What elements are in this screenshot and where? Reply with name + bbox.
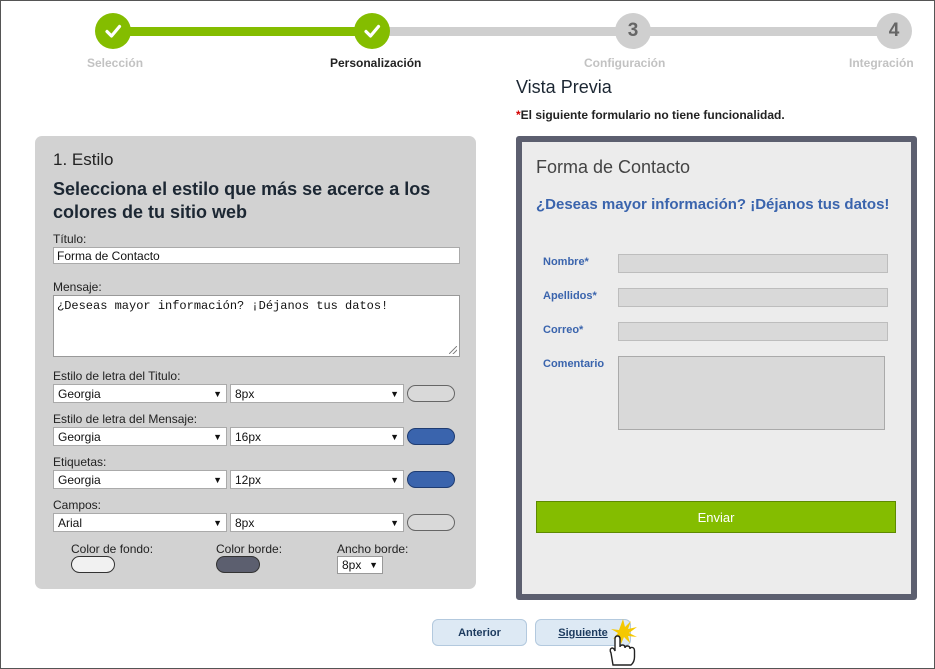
step-2-check-icon: [354, 13, 390, 49]
comentario-label: Comentario: [543, 358, 605, 370]
mensaje-size-select[interactable]: 16px ▼: [230, 427, 404, 446]
step-1-check-icon: [95, 13, 131, 49]
mensaje-style-label: Estilo de letra del Mensaje:: [53, 412, 198, 426]
step-1-label: Selección: [87, 56, 144, 70]
anterior-button[interactable]: Anterior: [432, 619, 527, 646]
mensaje-font-value: Georgia: [58, 429, 101, 444]
campos-size-value: 8px: [235, 515, 255, 530]
etiquetas-size-value: 12px: [235, 472, 262, 487]
preview-form: Forma de Contacto ¿Deseas mayor informac…: [516, 136, 917, 600]
apellidos-input[interactable]: [618, 288, 888, 307]
titulo-font-select[interactable]: Georgia ▼: [53, 384, 227, 403]
mensaje-textarea[interactable]: ¿Deseas mayor información? ¡Déjanos tus …: [53, 295, 460, 357]
campos-font-value: Arial: [58, 515, 83, 530]
campos-size-select[interactable]: 8px ▼: [230, 513, 404, 532]
dropdown-arrow-icon: ▼: [213, 474, 222, 485]
nombre-input[interactable]: [618, 254, 888, 273]
dropdown-arrow-icon: ▼: [369, 560, 378, 570]
preview-note: *El siguiente formulario no tiene funcio…: [516, 108, 785, 122]
step-4-circle: 4: [876, 13, 912, 49]
color-fondo-label: Color de fondo:: [71, 542, 154, 556]
nombre-label: Nombre*: [543, 256, 589, 268]
progress-line-complete: [113, 27, 371, 36]
etiquetas-color-swatch[interactable]: [407, 471, 455, 488]
titulo-font-value: Georgia: [58, 386, 101, 401]
step-3-circle: 3: [615, 13, 651, 49]
form-title: Forma de Contacto: [536, 157, 691, 177]
mensaje-label: Mensaje:: [53, 280, 102, 294]
correo-label: Correo*: [543, 324, 584, 336]
mensaje-text: ¿Deseas mayor información? ¡Déjanos tus …: [57, 299, 389, 313]
ancho-borde-value: 8px: [342, 558, 362, 572]
etiquetas-font-value: Georgia: [58, 472, 101, 487]
hand-cursor-icon: [609, 619, 637, 666]
titulo-size-select[interactable]: 8px ▼: [230, 384, 404, 403]
dropdown-arrow-icon: ▼: [213, 431, 222, 442]
titulo-size-value: 8px: [235, 386, 255, 401]
titulo-color-swatch[interactable]: [407, 385, 455, 402]
step-3-label: Configuración: [584, 56, 666, 70]
enviar-button[interactable]: Enviar: [536, 501, 896, 533]
etiquetas-label: Etiquetas:: [53, 455, 107, 469]
wizard-frame: 3 4 Selección Personalización Configurac…: [0, 0, 935, 669]
style-panel: 1. Estilo Selecciona el estilo que más s…: [35, 136, 476, 589]
color-fondo-swatch[interactable]: [71, 556, 115, 573]
panel-title: 1. Estilo: [53, 150, 114, 169]
campos-font-select[interactable]: Arial ▼: [53, 513, 227, 532]
campos-label: Campos:: [53, 498, 102, 512]
dropdown-arrow-icon: ▼: [213, 517, 222, 528]
dropdown-arrow-icon: ▼: [390, 474, 399, 485]
preview-note-text: El siguiente formulario no tiene funcion…: [520, 108, 785, 122]
step-4-label: Integración: [849, 56, 914, 70]
dropdown-arrow-icon: ▼: [390, 431, 399, 442]
dropdown-arrow-icon: ▼: [390, 517, 399, 528]
dropdown-arrow-icon: ▼: [213, 388, 222, 399]
color-borde-swatch[interactable]: [216, 556, 260, 573]
ancho-borde-label: Ancho borde:: [337, 542, 409, 556]
mensaje-color-swatch[interactable]: [407, 428, 455, 445]
panel-heading: Selecciona el estilo que más se acerce a…: [53, 179, 431, 222]
preview-title: Vista Previa: [516, 77, 612, 97]
apellidos-label: Apellidos*: [543, 290, 597, 302]
titulo-style-label: Estilo de letra del Titulo:: [53, 369, 181, 383]
mensaje-font-select[interactable]: Georgia ▼: [53, 427, 227, 446]
comentario-textarea[interactable]: [618, 356, 885, 430]
etiquetas-size-select[interactable]: 12px ▼: [230, 470, 404, 489]
color-borde-label: Color borde:: [216, 542, 283, 556]
dropdown-arrow-icon: ▼: [390, 388, 399, 399]
mensaje-size-value: 16px: [235, 429, 262, 444]
titulo-input[interactable]: Forma de Contacto: [53, 247, 460, 264]
correo-input[interactable]: [618, 322, 888, 341]
campos-color-swatch[interactable]: [407, 514, 455, 531]
titulo-label: Título:: [53, 232, 87, 246]
etiquetas-font-select[interactable]: Georgia ▼: [53, 470, 227, 489]
resize-grip-icon[interactable]: [449, 346, 457, 354]
form-message: ¿Deseas mayor información? ¡Déjanos tus …: [536, 196, 890, 213]
step-2-label: Personalización: [330, 56, 422, 70]
ancho-borde-select[interactable]: 8px ▼: [337, 556, 383, 574]
